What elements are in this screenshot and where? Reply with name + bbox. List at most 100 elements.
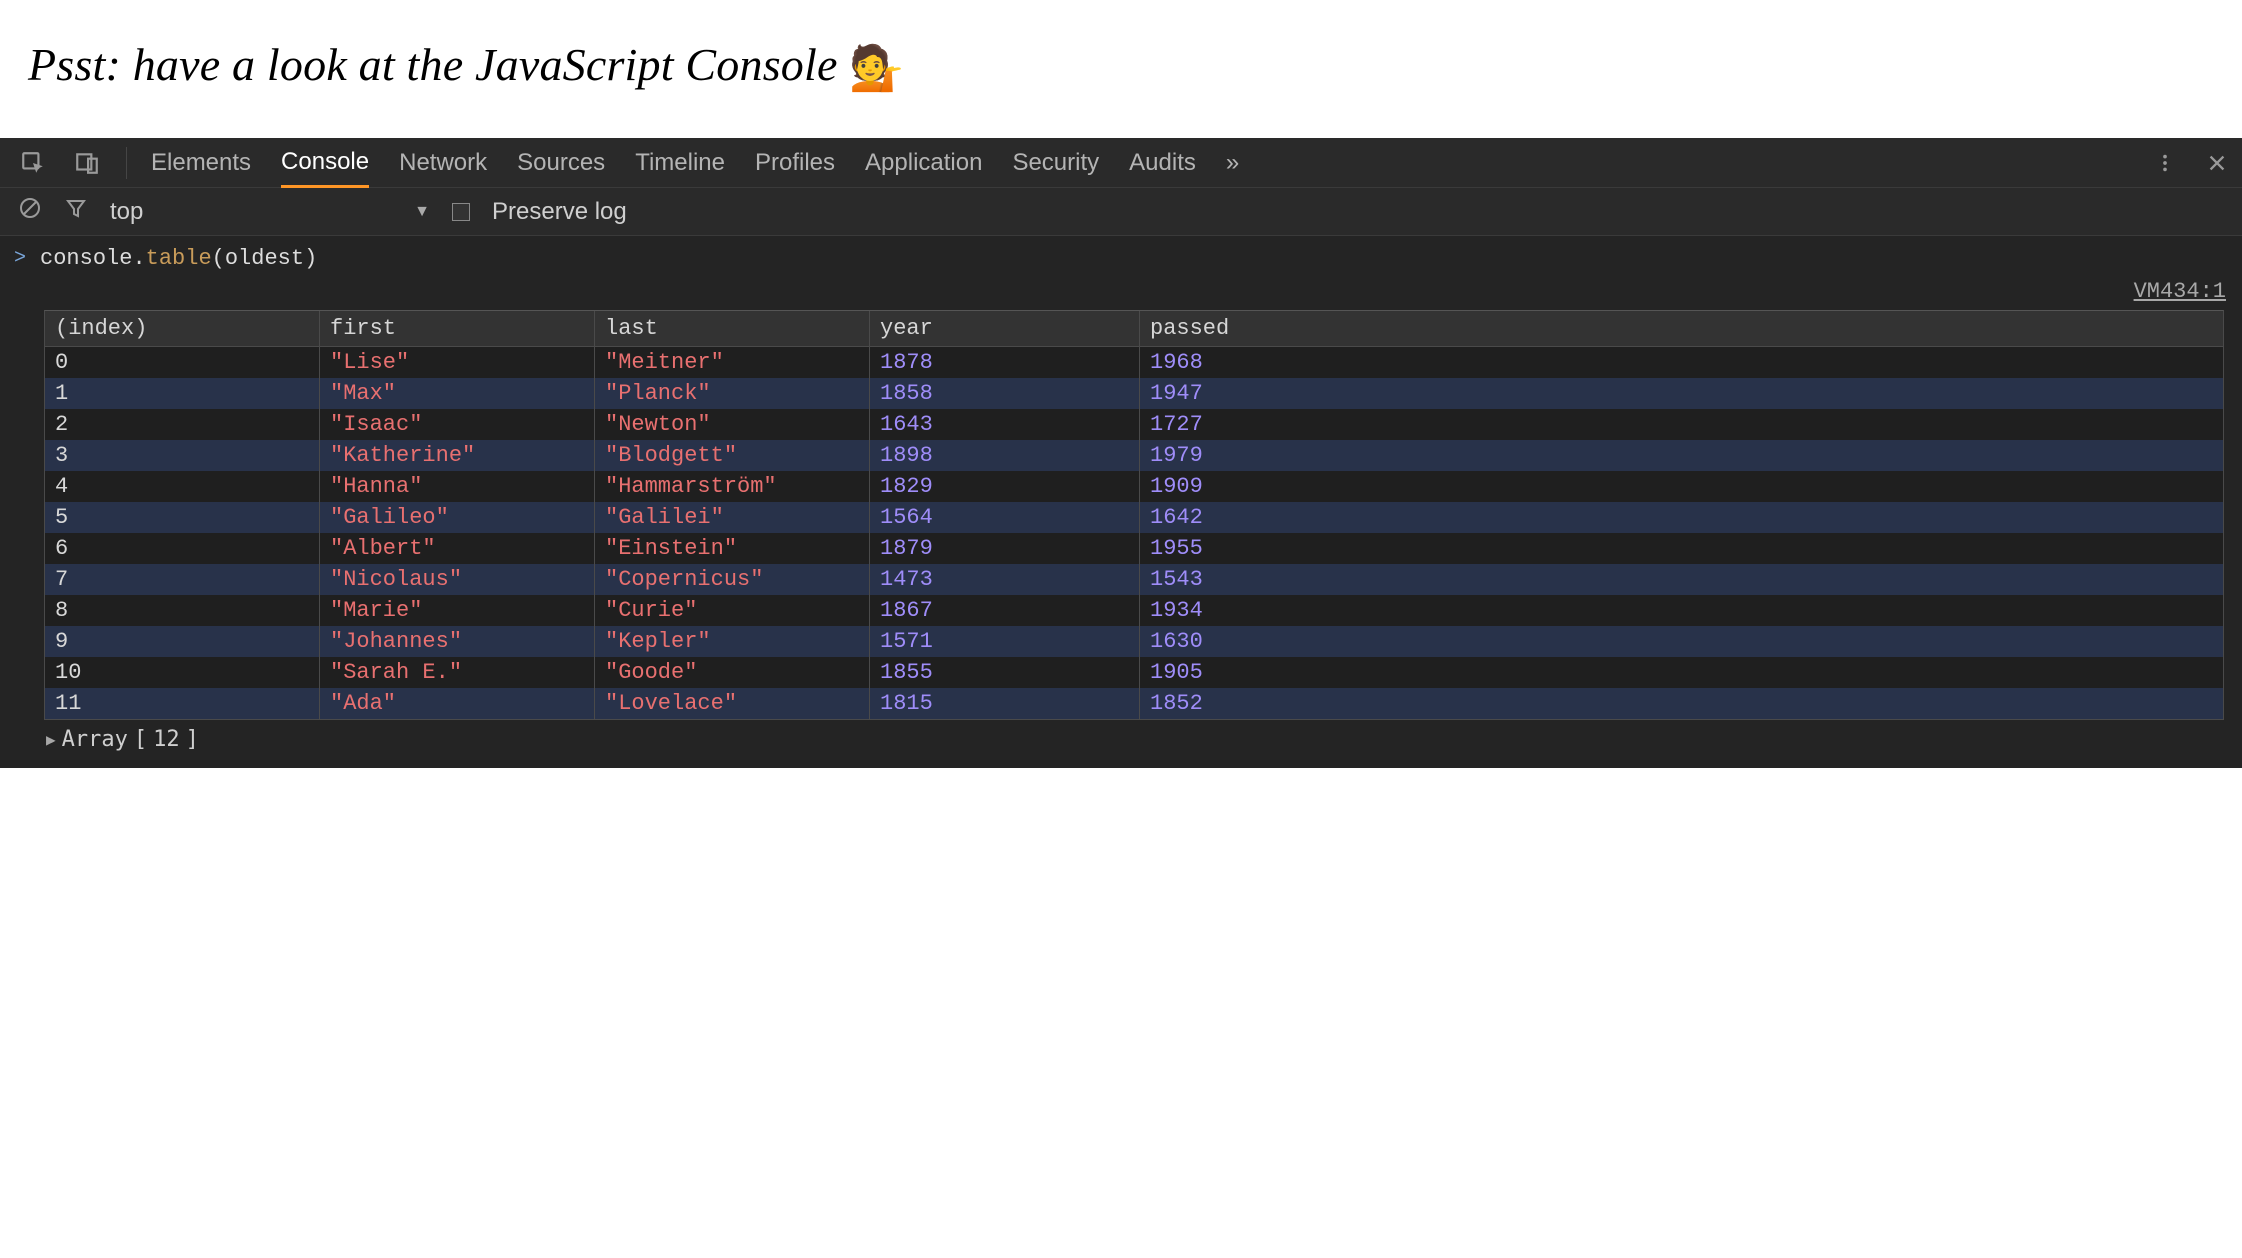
td-passed: 1955 [1140,533,2223,564]
execution-context-label: top [110,198,143,226]
console-prompt-caret: > [14,247,26,270]
td-first: "Albert" [320,533,595,564]
table-row[interactable]: 1"Max""Planck"18581947 [45,378,2223,409]
td-first: "Ada" [320,688,595,719]
td-last: "Goode" [595,657,870,688]
td-last: "Hammarström" [595,471,870,502]
tab-application[interactable]: Application [865,138,982,187]
inspect-element-icon[interactable] [18,148,48,178]
td-year: 1858 [870,378,1140,409]
td-last: "Galilei" [595,502,870,533]
tab-audits[interactable]: Audits [1129,138,1196,187]
array-summary-count: 12 [153,727,180,752]
td-year: 1878 [870,347,1140,378]
table-row[interactable]: 3"Katherine""Blodgett"18981979 [45,440,2223,471]
source-reference[interactable]: VM434:1 [0,279,2242,310]
td-first: "Max" [320,378,595,409]
td-index: 11 [45,688,320,719]
tab-elements[interactable]: Elements [151,138,251,187]
clear-console-icon[interactable] [18,196,42,227]
td-passed: 1727 [1140,409,2223,440]
td-passed: 1968 [1140,347,2223,378]
td-year: 1898 [870,440,1140,471]
td-year: 1867 [870,595,1140,626]
td-last: "Curie" [595,595,870,626]
tabbar-divider [126,147,127,179]
td-last: "Copernicus" [595,564,870,595]
td-last: "Planck" [595,378,870,409]
table-row[interactable]: 4"Hanna""Hammarström"18291909 [45,471,2223,502]
table-row[interactable]: 11"Ada""Lovelace"18151852 [45,688,2223,719]
td-passed: 1979 [1140,440,2223,471]
td-passed: 1630 [1140,626,2223,657]
table-row[interactable]: 0"Lise""Meitner"18781968 [45,347,2223,378]
td-index: 5 [45,502,320,533]
td-index: 2 [45,409,320,440]
filter-icon[interactable] [64,196,88,227]
td-index: 7 [45,564,320,595]
td-first: "Katherine" [320,440,595,471]
execution-context-selector[interactable]: top ▼ [110,198,430,226]
td-index: 6 [45,533,320,564]
console-command: console.table(oldest) [40,246,317,271]
table-row[interactable]: 9"Johannes""Kepler"15711630 [45,626,2223,657]
td-passed: 1852 [1140,688,2223,719]
array-summary-label: Array [62,727,128,752]
td-year: 1571 [870,626,1140,657]
th-passed[interactable]: passed [1140,311,2223,346]
console-table: (index) first last year passed 0"Lise""M… [44,310,2224,720]
table-row[interactable]: 8"Marie""Curie"18671934 [45,595,2223,626]
page-hint-text: Psst: have a look at the JavaScript Cons… [28,39,838,90]
info-desk-person-emoji: 💁 [849,44,904,93]
table-row[interactable]: 6"Albert""Einstein"18791955 [45,533,2223,564]
td-index: 4 [45,471,320,502]
td-first: "Galileo" [320,502,595,533]
td-first: "Johannes" [320,626,595,657]
close-icon[interactable] [2202,148,2232,178]
tab-security[interactable]: Security [1012,138,1099,187]
td-index: 10 [45,657,320,688]
console-input-line[interactable]: > console.table(oldest) [0,236,2242,279]
td-first: "Hanna" [320,471,595,502]
td-index: 3 [45,440,320,471]
devtools-tabs: Elements Console Network Sources Timelin… [151,138,1239,187]
tab-console[interactable]: Console [281,139,369,188]
td-first: "Marie" [320,595,595,626]
tab-network[interactable]: Network [399,138,487,187]
tab-timeline[interactable]: Timeline [635,138,725,187]
tabs-overflow[interactable]: » [1226,138,1239,187]
devtools-tabbar: Elements Console Network Sources Timelin… [0,138,2242,188]
td-passed: 1934 [1140,595,2223,626]
disclosure-triangle-icon: ▶ [46,730,56,749]
tab-profiles[interactable]: Profiles [755,138,835,187]
td-year: 1473 [870,564,1140,595]
td-index: 0 [45,347,320,378]
td-year: 1855 [870,657,1140,688]
table-row[interactable]: 10"Sarah E.""Goode"18551905 [45,657,2223,688]
td-year: 1879 [870,533,1140,564]
td-first: "Nicolaus" [320,564,595,595]
tab-sources[interactable]: Sources [517,138,605,187]
td-index: 1 [45,378,320,409]
td-first: "Isaac" [320,409,595,440]
th-first[interactable]: first [320,311,595,346]
console-output: > console.table(oldest) VM434:1 (index) … [0,236,2242,768]
td-index: 8 [45,595,320,626]
th-year[interactable]: year [870,311,1140,346]
td-passed: 1905 [1140,657,2223,688]
td-year: 1815 [870,688,1140,719]
device-toolbar-icon[interactable] [72,148,102,178]
th-index[interactable]: (index) [45,311,320,346]
array-summary[interactable]: ▶ Array[12] [0,720,2242,752]
table-row[interactable]: 5"Galileo""Galilei"15641642 [45,502,2223,533]
preserve-log-label: Preserve log [492,198,627,226]
kebab-menu-icon[interactable] [2150,148,2180,178]
preserve-log-checkbox[interactable] [452,203,470,221]
table-row[interactable]: 7"Nicolaus""Copernicus"14731543 [45,564,2223,595]
th-last[interactable]: last [595,311,870,346]
chevron-down-icon: ▼ [414,203,430,221]
td-last: "Einstein" [595,533,870,564]
page-content: Psst: have a look at the JavaScript Cons… [0,0,2242,138]
td-last: "Lovelace" [595,688,870,719]
table-row[interactable]: 2"Isaac""Newton"16431727 [45,409,2223,440]
